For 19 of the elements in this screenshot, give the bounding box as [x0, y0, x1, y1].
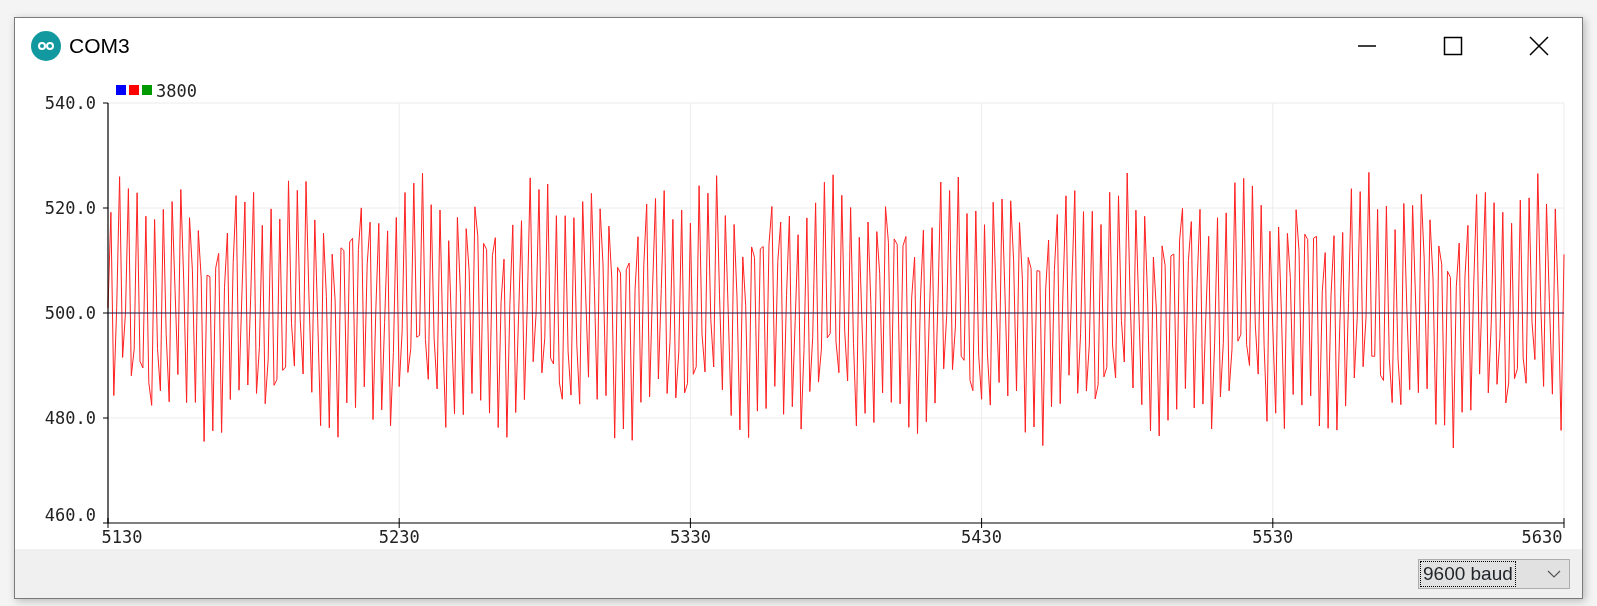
chevron-down-icon: [1547, 568, 1561, 579]
x-axis-label: 5630: [1521, 527, 1563, 547]
legend-label: 3800: [156, 81, 197, 101]
minimize-icon: [1357, 44, 1377, 47]
window-title: COM3: [69, 32, 130, 59]
y-axis-label: 540.0: [44, 93, 96, 113]
maximize-icon: [1443, 35, 1463, 56]
baud-rate-dropdown[interactable]: 9600 baud: [1418, 558, 1570, 589]
y-axis-label: 500.0: [44, 303, 96, 323]
y-axis-label: 480.0: [44, 408, 96, 428]
x-axis-label: 5530: [1252, 527, 1294, 547]
x-axis-label: 5230: [378, 527, 420, 547]
y-axis-label: 520.0: [44, 198, 96, 218]
x-axis-label: 5130: [101, 527, 143, 547]
app-logo-icon: [31, 30, 61, 61]
y-axis-label: 460.0: [44, 505, 96, 525]
x-axis-label: 5430: [961, 527, 1003, 547]
x-axis-label: 5330: [669, 527, 711, 547]
close-icon: [1529, 35, 1549, 56]
